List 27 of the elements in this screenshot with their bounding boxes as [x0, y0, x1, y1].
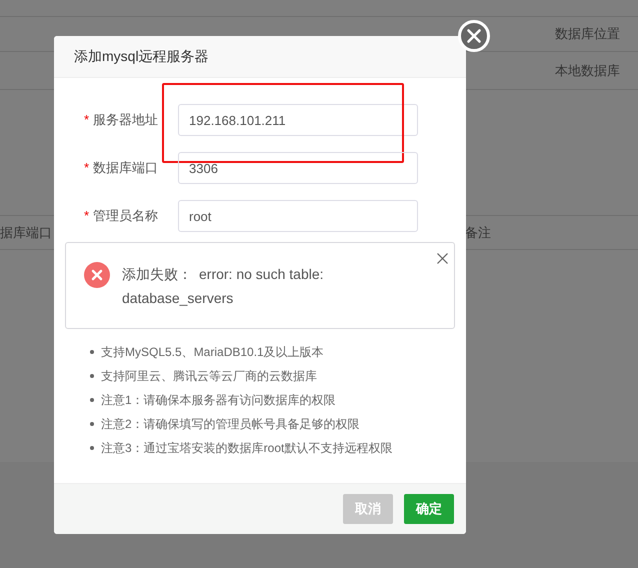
note-text: 支持MySQL5.5、MariaDB10.1及以上版本	[101, 344, 324, 361]
bullet-icon	[90, 350, 94, 354]
bullet-icon	[90, 398, 94, 402]
column-header: 数据库位置	[555, 25, 620, 44]
note-text: 注意3：通过宝塔安装的数据库root默认不支持远程权限	[101, 440, 392, 457]
input-field[interactable]: 3306	[178, 152, 418, 184]
bullet-icon	[90, 446, 94, 450]
field-label: 服务器地址	[93, 111, 158, 130]
note-text: 支持阿里云、腾讯云等云厂商的云数据库	[101, 368, 317, 385]
field-label: 数据库端口	[93, 159, 158, 178]
close-icon[interactable]	[437, 253, 448, 264]
required-mark: *	[84, 159, 89, 178]
field-label: 管理员名称	[93, 207, 158, 226]
required-mark: *	[84, 111, 89, 130]
table-cell-text: 本地数据库	[555, 62, 620, 80]
column-header: 据库端口	[0, 224, 53, 242]
input-field[interactable]: root	[178, 200, 418, 232]
error-icon	[84, 262, 110, 288]
note-text: 注意2：请确保填写的管理员帐号具备足够的权限	[101, 416, 360, 433]
dialog-title: 添加mysql远程服务器	[74, 47, 209, 66]
bullet-icon	[90, 374, 94, 378]
input-field[interactable]: 192.168.101.211	[178, 104, 418, 136]
bullet-icon	[90, 422, 94, 426]
note-text: 注意1：请确保本服务器有访问数据库的权限	[101, 392, 336, 409]
error-message: 添加失败： error: no such table: database_servers	[122, 265, 325, 308]
column-header: 备注	[465, 224, 491, 242]
required-mark: *	[84, 207, 89, 226]
